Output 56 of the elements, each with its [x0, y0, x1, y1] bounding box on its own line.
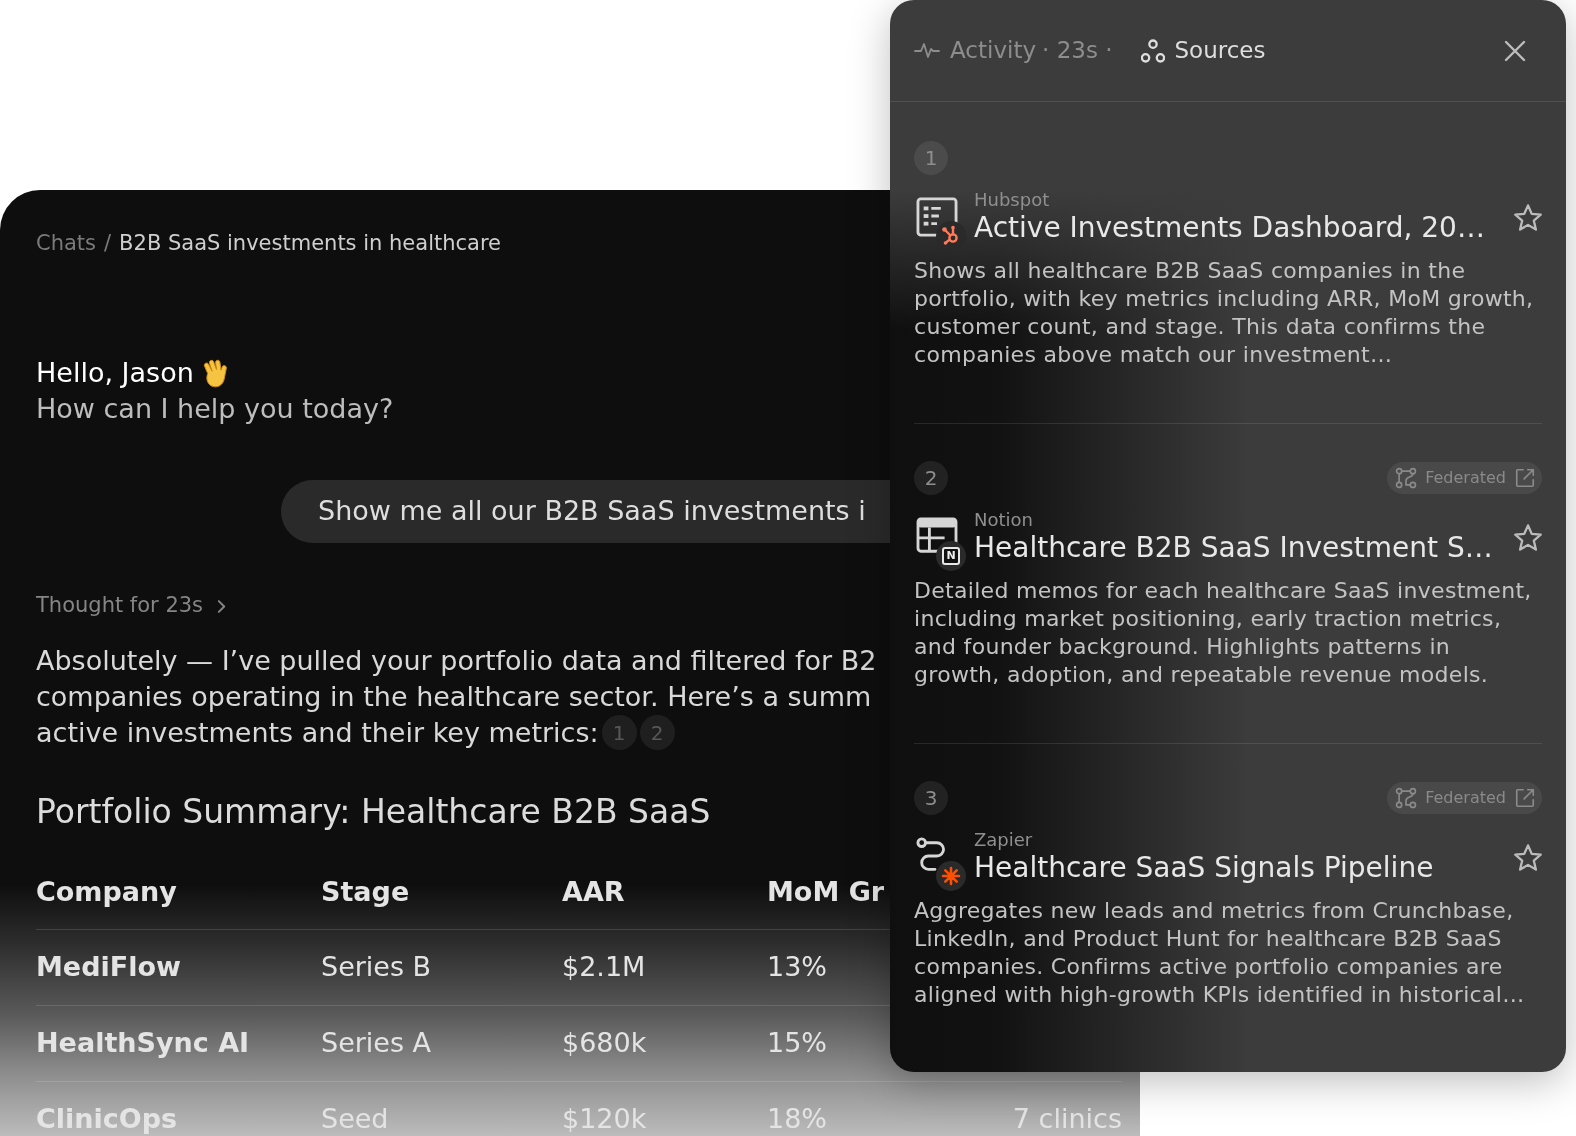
column-header: Stage — [321, 875, 410, 910]
table-cell-text: ClinicOps — [36, 1102, 178, 1136]
source-name: Zapier — [974, 829, 1033, 851]
star-icon[interactable] — [1514, 524, 1542, 551]
greeting-text: Hello, Jason — [36, 356, 194, 390]
column-header: AAR — [562, 875, 625, 910]
asterisk-icon — [936, 861, 966, 891]
source-description: Aggregates new leads and metrics from Crunchbase, LinkedIn, and Product Hunt for healthcare B2B SaaS companies. Confirms active portfolio companies are aligned with high-growth KPIs identified in historical… — [914, 897, 1526, 1009]
breadcrumb-current: B2B SaaS investments in healthcare — [119, 230, 502, 257]
source-title[interactable]: Healthcare SaaS Signals Pipeline — [974, 851, 1434, 885]
source-number: 2 — [914, 461, 948, 495]
breadcrumb-link[interactable]: Chats — [36, 228, 97, 258]
panel-tab[interactable]: Sources — [1140, 33, 1266, 68]
close-icon[interactable] — [1504, 39, 1526, 62]
tag-label: Federated — [1425, 787, 1506, 809]
table-cell-text: 7 clinics — [1012, 1102, 1122, 1136]
waving-hand-icon — [201, 358, 229, 388]
table-cell-text: 18% — [767, 1102, 827, 1136]
table-cell-text: $680k — [562, 1026, 647, 1061]
source-name: Hubspot — [974, 189, 1050, 211]
source-name: Notion — [974, 509, 1033, 531]
breadcrumb-separator: / — [104, 230, 112, 257]
table-cell-text: 13% — [767, 950, 827, 985]
branch-icon — [1395, 467, 1418, 489]
tag-label: Federated — [1425, 467, 1506, 489]
table-cell-text: $2.1M — [562, 950, 646, 985]
response-paragraph: Absolutely — I’ve pulled your portfolio data and filtered for B2 companies operating in the healthcare sector. Here’s a summ active investments and their key metrics: 1 2 — [36, 644, 877, 752]
source-number: 1 — [914, 141, 948, 175]
table-cell-text: Series B — [321, 950, 432, 985]
pulse-icon — [914, 42, 940, 59]
message-bubble: Show me all our B2B SaaS investments i — [281, 480, 890, 543]
section-heading: Portfolio Summary: Healthcare B2B SaaS — [36, 791, 711, 833]
column-header: Company — [36, 875, 177, 910]
source-number: 3 — [914, 781, 948, 815]
table-cell-text: HealthSync AI — [36, 1026, 250, 1061]
external-link-icon[interactable] — [1514, 467, 1536, 489]
star-icon[interactable] — [1514, 844, 1542, 871]
greeting-subtitle: How can I help you today? — [36, 392, 394, 426]
panel-tab[interactable]: Activity — [914, 33, 1036, 68]
source-description: Shows all healthcare B2B SaaS companies in the portfolio, with key metrics including ARR, MoM growth, customer count, and stage. This data confirms the companies above match our investment… — [914, 257, 1535, 369]
elapsed-time: · 23s · — [1042, 36, 1113, 66]
letter-badge: N — [936, 541, 966, 571]
thought-toggle[interactable]: Thought for 23s — [36, 592, 227, 620]
table-cell-text: $120k — [562, 1102, 647, 1136]
table-cell-text: Series A — [321, 1026, 432, 1061]
table-cell-text: MediFlow — [36, 950, 181, 985]
branch-icon — [1395, 787, 1418, 809]
table-cell-text: 15% — [767, 1026, 827, 1061]
external-link-icon[interactable] — [1514, 787, 1536, 809]
source-title[interactable]: Healthcare B2B SaaS Investment S… — [974, 531, 1493, 565]
source-title[interactable]: Active Investments Dashboard, 20… — [974, 211, 1485, 245]
source-description: Detailed memos for each healthcare SaaS investment, including market positioning, early traction metrics, and founder background. Highlights patterns in growth, adoption, and repeatable revenue models. — [914, 577, 1533, 689]
three-circles-icon — [1140, 38, 1165, 63]
column-header: MoM Gr — [767, 875, 885, 910]
table-cell-text: Seed — [321, 1102, 389, 1136]
star-icon[interactable] — [1514, 204, 1542, 231]
